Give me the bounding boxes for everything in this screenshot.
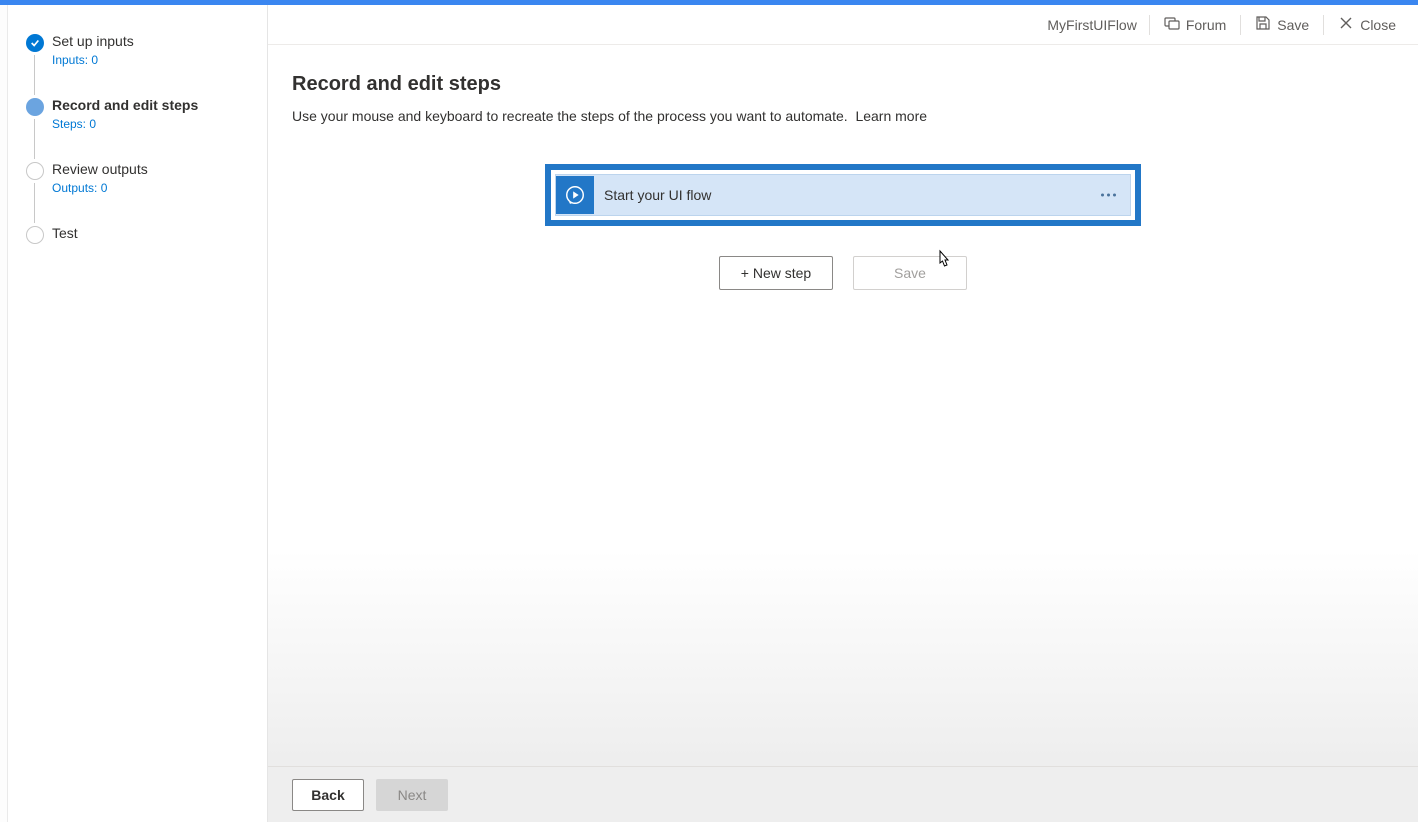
wizard-step-test[interactable]: Test — [26, 225, 247, 241]
wizard-step-title: Review outputs — [52, 161, 247, 177]
wizard-step-title: Record and edit steps — [52, 97, 247, 113]
learn-more-link[interactable]: Learn more — [855, 108, 927, 124]
action-row: + New step Save — [292, 256, 1394, 290]
close-label: Close — [1360, 17, 1396, 33]
wizard-step-subtitle[interactable]: Outputs: 0 — [52, 181, 247, 195]
next-button: Next — [376, 779, 448, 811]
wizard-step-title: Test — [52, 225, 247, 241]
footer-bar: Back Next — [268, 766, 1418, 822]
flow-name-label: MyFirstUIFlow — [1035, 17, 1148, 33]
forum-label: Forum — [1186, 17, 1226, 33]
content-area: MyFirstUIFlow Forum Save Close — [268, 5, 1418, 822]
left-rail — [0, 5, 8, 822]
play-icon — [556, 176, 594, 214]
wizard-step-outputs[interactable]: Review outputs Outputs: 0 — [26, 161, 247, 195]
wizard-step-title: Set up inputs — [52, 33, 247, 49]
pending-step-icon — [26, 226, 44, 244]
save-icon — [1255, 15, 1271, 34]
wizard-step-inputs[interactable]: Set up inputs Inputs: 0 — [26, 33, 247, 67]
check-icon — [26, 34, 44, 52]
current-step-icon — [26, 98, 44, 116]
flow-start-card[interactable]: Start your UI flow — [545, 164, 1141, 226]
flow-card-inner: Start your UI flow — [555, 174, 1131, 216]
close-icon — [1338, 15, 1354, 34]
main-layout: Set up inputs Inputs: 0 Record and edit … — [0, 5, 1418, 822]
main-panel: Record and edit steps Use your mouse and… — [268, 45, 1418, 822]
header-bar: MyFirstUIFlow Forum Save Close — [268, 5, 1418, 45]
wizard-sidebar: Set up inputs Inputs: 0 Record and edit … — [8, 5, 268, 822]
page-description: Use your mouse and keyboard to recreate … — [292, 108, 1394, 124]
back-button[interactable]: Back — [292, 779, 364, 811]
save-label: Save — [1277, 17, 1309, 33]
save-panel-button: Save — [853, 256, 967, 290]
new-step-button[interactable]: + New step — [719, 256, 833, 290]
more-menu-icon[interactable] — [1101, 194, 1116, 197]
forum-icon — [1164, 15, 1180, 34]
wizard-step-record[interactable]: Record and edit steps Steps: 0 — [26, 97, 247, 131]
flow-card-wrapper: Start your UI flow — [292, 164, 1394, 226]
wizard-step-subtitle[interactable]: Inputs: 0 — [52, 53, 247, 67]
wizard-step-subtitle[interactable]: Steps: 0 — [52, 117, 247, 131]
page-title: Record and edit steps — [292, 73, 1394, 96]
pending-step-icon — [26, 162, 44, 180]
close-button[interactable]: Close — [1324, 5, 1410, 45]
save-button[interactable]: Save — [1241, 5, 1323, 45]
forum-button[interactable]: Forum — [1150, 5, 1240, 45]
flow-card-label: Start your UI flow — [604, 187, 711, 203]
